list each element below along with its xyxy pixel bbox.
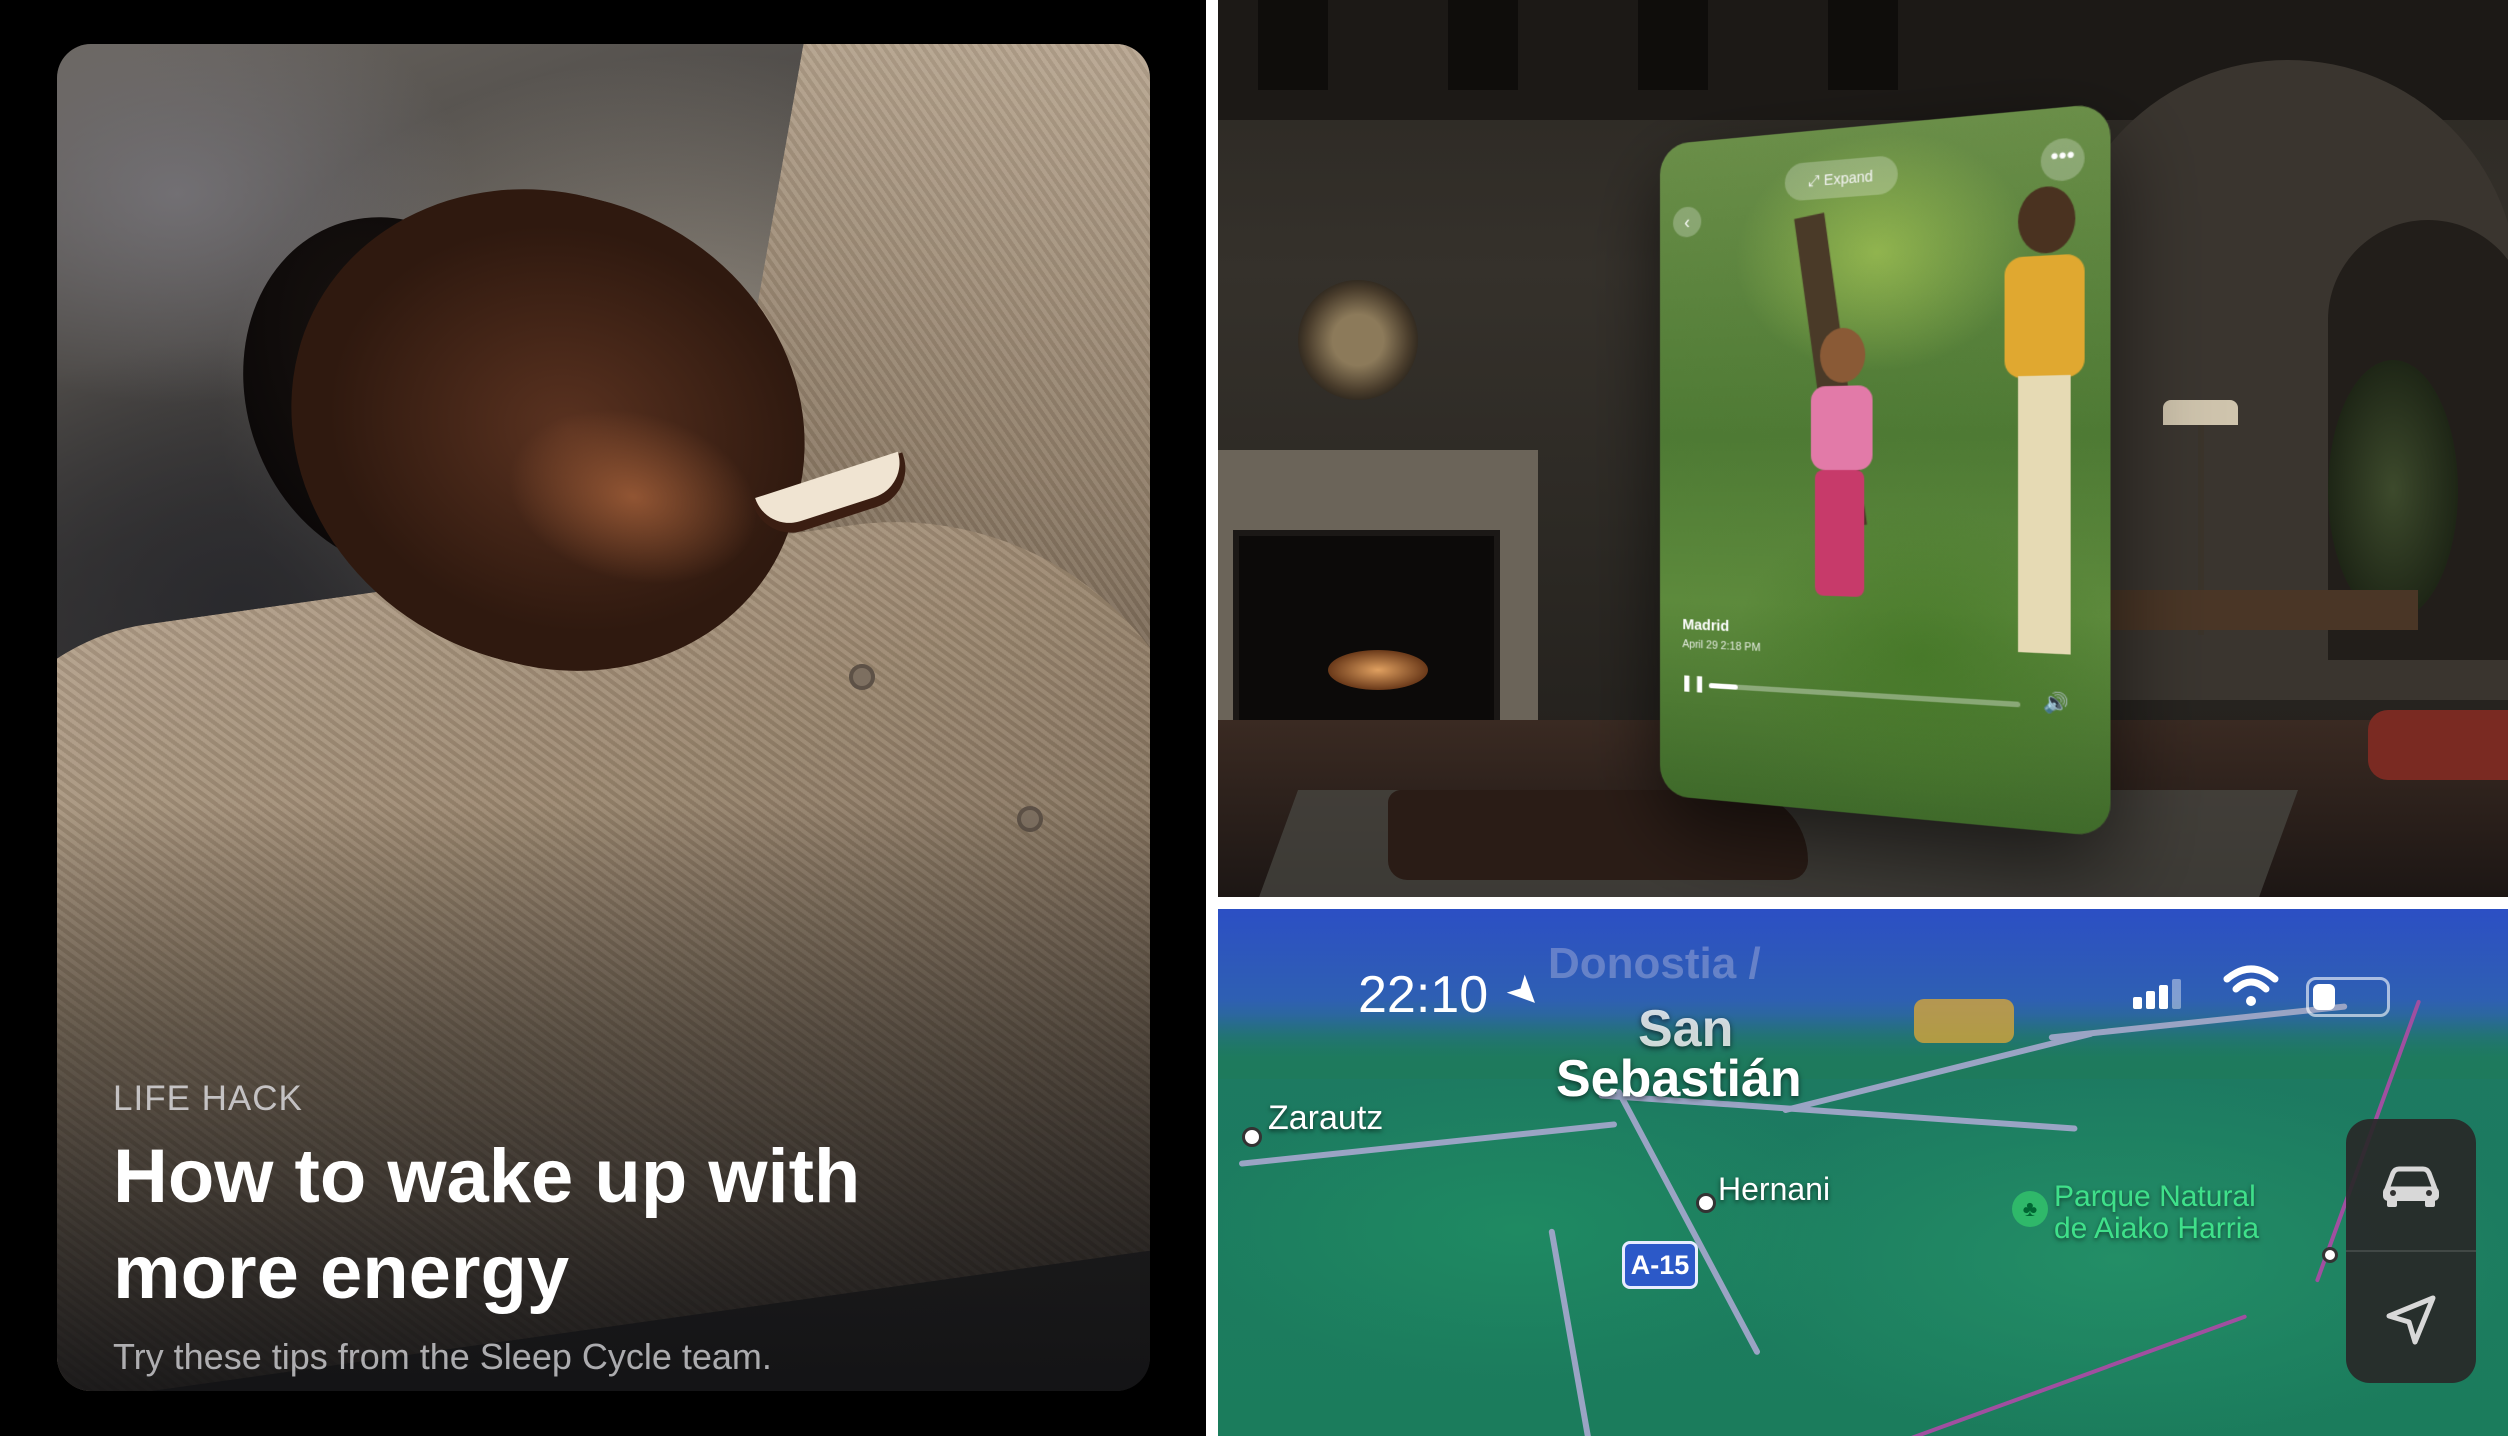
child-pants [1815, 470, 1864, 597]
ceiling-beam [1448, 0, 1518, 90]
left-panel: LIFE HACK How to wake up with more energ… [0, 0, 1206, 1436]
signal-bar [2133, 997, 2142, 1009]
child-head [1820, 327, 1865, 383]
ceiling-beam [1828, 0, 1898, 90]
town-dot [2322, 1247, 2338, 1263]
wall-plate [1298, 280, 1418, 400]
expand-label: Expand [1824, 167, 1873, 188]
cellular-signal-icon [2133, 979, 2185, 1009]
battery-icon [2306, 977, 2390, 1017]
signal-bar [2172, 979, 2181, 1009]
video-child [1805, 327, 1877, 603]
card-subtitle: Try these tips from the Sleep Cycle team… [113, 1336, 772, 1378]
map-road [1548, 1228, 1597, 1436]
back-button[interactable]: ‹ [1673, 206, 1701, 238]
media-location: Madrid [1682, 616, 1729, 635]
bench [2098, 590, 2418, 630]
map-label-donostia: Donostia / [1548, 939, 1761, 989]
map-road [1615, 1088, 1761, 1356]
more-options-button[interactable]: ••• [2041, 137, 2085, 183]
video-adult [1996, 183, 2099, 679]
map-controls [2346, 1119, 2476, 1383]
child-shirt [1811, 385, 1873, 470]
park-label-line2: de Aiako Harria [2054, 1213, 2259, 1245]
map-label-sebastian[interactable]: Sebastián [1556, 1049, 1802, 1109]
media-date: April 29 2:18 PM [1682, 638, 1760, 654]
park-label-line1: Parque Natural [2054, 1181, 2259, 1213]
map-view[interactable]: 22:10 ➤ Donostia / San Sebastián Zarautz… [1218, 909, 2508, 1436]
status-time: 22:10 [1358, 965, 1488, 1025]
town-dot [1242, 1127, 1262, 1147]
card-eyebrow: LIFE HACK [113, 1079, 303, 1119]
ceiling-beam [1258, 0, 1328, 90]
wifi-icon [2223, 965, 2279, 1020]
map-label-park[interactable]: Parque Natural de Aiako Harria [2054, 1181, 2259, 1245]
firebox [1233, 530, 1500, 742]
floor-lamp-shade [2163, 400, 2238, 425]
car-icon[interactable] [2346, 1119, 2476, 1249]
navigation-arrow-icon[interactable] [2346, 1252, 2476, 1382]
pause-icon[interactable]: ❚❚ [1681, 672, 1706, 694]
red-cushion [2368, 710, 2508, 780]
signal-bar [2146, 991, 2155, 1009]
road-shield-a15: A-15 [1622, 1241, 1698, 1289]
playback-scrubber[interactable] [1709, 683, 2020, 707]
card-title: How to wake up with more energy [113, 1129, 1013, 1321]
adult-head [2018, 184, 2075, 254]
house-plant [2328, 360, 2458, 620]
panel-divider [1218, 897, 2508, 909]
tree-icon: ♣ [2012, 1191, 2048, 1227]
playback-progress [1709, 683, 1738, 690]
town-dot [1696, 1193, 1716, 1213]
battery-level [2313, 984, 2335, 1010]
expand-button[interactable]: ⤢ Expand [1785, 155, 1898, 202]
map-label-hernani[interactable]: Hernani [1718, 1171, 1830, 1208]
photo-shirt-button [849, 664, 875, 690]
today-story-card[interactable]: LIFE HACK How to wake up with more energ… [57, 44, 1150, 1391]
panel-divider [1206, 0, 1218, 1436]
map-border [1889, 1314, 2247, 1436]
adult-top [2005, 253, 2085, 378]
volume-icon[interactable]: 🔊 [2043, 691, 2069, 716]
coffee-table [1388, 790, 1808, 880]
motorway-shield-faded [1914, 999, 2014, 1043]
map-label-zarautz[interactable]: Zarautz [1268, 1099, 1383, 1138]
expand-icon: ⤢ [1809, 172, 1824, 190]
adult-pants [2018, 375, 2071, 655]
signal-bar [2159, 985, 2168, 1009]
floating-photo-window[interactable]: ‹ ⤢ Expand ••• Madrid April 29 2:18 PM ❚… [1660, 103, 2111, 838]
fire [1328, 650, 1428, 690]
ceiling-beam [1638, 0, 1708, 90]
